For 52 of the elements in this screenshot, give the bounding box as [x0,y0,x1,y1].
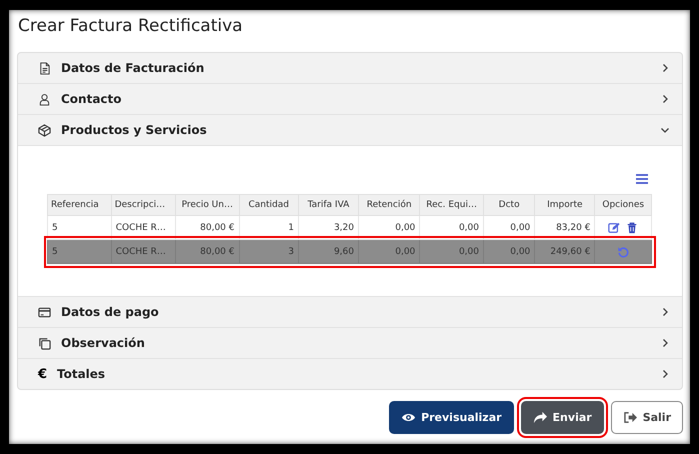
euro-icon: € [38,366,51,382]
table-cell: 3 [239,240,298,264]
column-header: Retención [358,194,420,216]
column-header: Tarifa IVA [298,194,358,216]
chevron-down-icon [660,125,670,135]
card-icon [38,306,51,318]
column-header: Descripci… [111,194,176,216]
table-cell: 5 [48,240,112,264]
column-header: Referencia [48,194,112,216]
section-title: Productos y Servicios [61,123,208,137]
section-title: Contacto [61,92,123,106]
preview-button[interactable]: Previsualizar [389,401,514,434]
table-cell: 80,00 € [176,240,239,264]
section-title: Totales [57,367,106,381]
send-button[interactable]: Enviar [520,401,604,434]
column-header: Importe [534,194,595,216]
sign-out-icon [622,411,638,424]
section-title: Observación [61,336,146,350]
share-arrow-icon [532,411,548,424]
copy-icon [38,336,51,350]
trash-icon[interactable] [626,222,638,234]
eye-icon [401,411,416,424]
person-icon [38,92,51,106]
column-header: Dcto [484,194,535,216]
section-header[interactable]: € Totales [18,359,682,389]
column-header: Rec. Equi… [420,194,484,216]
chevron-right-icon [660,63,670,73]
edit-icon[interactable] [608,222,620,234]
menu-icon[interactable] [636,174,648,184]
section-header[interactable]: Datos de Facturación [18,53,682,84]
chevron-right-icon [660,338,670,348]
column-header: Precio Un… [176,194,239,216]
document-icon [38,62,51,74]
chevron-right-icon [660,94,670,104]
cube-icon [38,124,51,136]
table-cell: COCHE R… [111,240,176,264]
section-title: Datos de pago [61,305,160,319]
column-header: Cantidad [239,194,298,216]
table-cell: 0,00 [420,240,484,264]
chevron-right-icon [660,307,670,317]
table-cell: 9,60 [298,240,358,264]
table-cell: 0,00 [484,240,535,264]
chevron-right-icon [660,369,670,379]
exit-button[interactable]: Salir [610,401,683,434]
section-header[interactable]: Observación [18,328,682,359]
table-cell: 249,60 € [534,240,595,264]
column-header: Opciones [594,194,652,216]
page-title: Crear Factura Rectificativa [17,15,244,38]
section-header[interactable]: Datos de pago [18,297,682,328]
section-title: Datos de Facturación [61,61,206,75]
table-cell: 0,00 [358,240,420,264]
section-header[interactable]: Contacto [18,84,682,115]
